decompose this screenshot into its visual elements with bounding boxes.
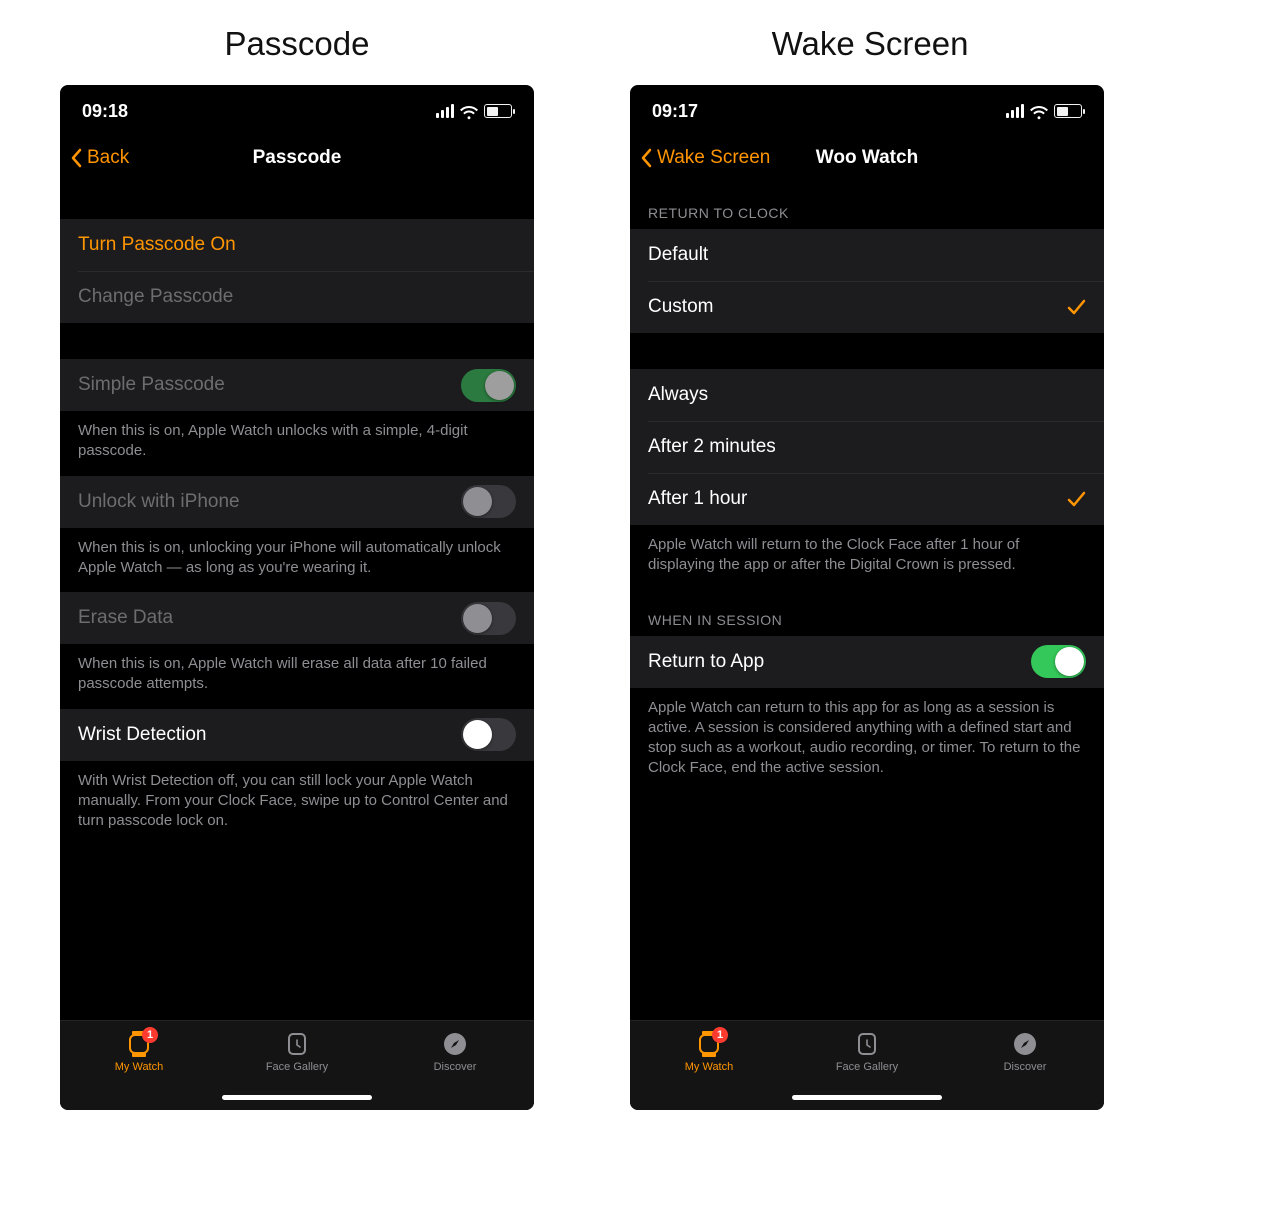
- status-time: 09:18: [82, 101, 128, 122]
- tab-label: Discover: [434, 1061, 477, 1073]
- cell-label: Simple Passcode: [78, 374, 225, 396]
- chevron-left-icon: [640, 148, 652, 168]
- caption-passcode: Passcode: [60, 25, 534, 63]
- wrist-detection-footer: With Wrist Detection off, you can still …: [60, 761, 534, 846]
- wifi-icon: [1030, 104, 1048, 118]
- option-custom[interactable]: Custom: [630, 281, 1104, 333]
- watch-icon: 1: [694, 1029, 724, 1059]
- caption-wake-screen: Wake Screen: [630, 25, 1110, 63]
- tab-my-watch[interactable]: 1 My Watch: [631, 1029, 787, 1073]
- unlock-iphone-cell[interactable]: Unlock with iPhone: [60, 476, 534, 528]
- cellular-signal-icon: [1006, 104, 1025, 118]
- cell-label: Wrist Detection: [78, 724, 206, 746]
- tab-bar: 1 My Watch Face Gallery Discover: [60, 1020, 534, 1110]
- cell-label: Unlock with iPhone: [78, 491, 240, 513]
- back-button[interactable]: Back: [70, 147, 129, 169]
- cellular-signal-icon: [436, 104, 455, 118]
- tab-label: My Watch: [115, 1061, 164, 1073]
- return-to-app-cell[interactable]: Return to App: [630, 636, 1104, 688]
- tab-my-watch[interactable]: 1 My Watch: [61, 1029, 217, 1073]
- return-to-app-toggle[interactable]: [1031, 645, 1086, 678]
- unlock-iphone-footer: When this is on, unlocking your iPhone w…: [60, 528, 534, 593]
- tab-label: Face Gallery: [836, 1061, 898, 1073]
- home-indicator[interactable]: [792, 1095, 942, 1100]
- compass-icon: [440, 1029, 470, 1059]
- tab-face-gallery[interactable]: Face Gallery: [789, 1029, 945, 1073]
- tab-label: Face Gallery: [266, 1061, 328, 1073]
- status-bar: 09:18: [60, 85, 534, 133]
- badge: 1: [712, 1027, 728, 1043]
- simple-passcode-footer: When this is on, Apple Watch unlocks wit…: [60, 411, 534, 476]
- home-indicator[interactable]: [222, 1095, 372, 1100]
- cell-label: Custom: [648, 296, 713, 318]
- when-in-session-header: WHEN IN SESSION: [630, 590, 1104, 636]
- phone-passcode: 09:18 Back Passcode Turn Passcode On: [60, 85, 534, 1110]
- cell-label: After 2 minutes: [648, 436, 776, 458]
- back-button[interactable]: Wake Screen: [640, 147, 770, 169]
- wifi-icon: [460, 104, 478, 118]
- tab-discover[interactable]: Discover: [377, 1029, 533, 1073]
- nav-bar: Back Passcode: [60, 133, 534, 183]
- change-passcode-cell[interactable]: Change Passcode: [60, 271, 534, 323]
- option-default[interactable]: Default: [630, 229, 1104, 281]
- wrist-detection-cell[interactable]: Wrist Detection: [60, 709, 534, 761]
- checkmark-icon: [1066, 489, 1086, 509]
- timing-footer: Apple Watch will return to the Clock Fac…: [630, 525, 1104, 590]
- status-time: 09:17: [652, 101, 698, 122]
- cell-label: Erase Data: [78, 607, 173, 629]
- face-gallery-icon: [852, 1029, 882, 1059]
- back-label: Back: [87, 147, 129, 169]
- checkmark-icon: [1066, 297, 1086, 317]
- cell-label: After 1 hour: [648, 488, 747, 510]
- cell-label: Return to App: [648, 651, 764, 673]
- battery-icon: [484, 104, 512, 118]
- tab-label: My Watch: [685, 1061, 734, 1073]
- badge: 1: [142, 1027, 158, 1043]
- session-footer: Apple Watch can return to this app for a…: [630, 688, 1104, 793]
- nav-title: Passcode: [60, 147, 534, 169]
- turn-passcode-on-cell[interactable]: Turn Passcode On: [60, 219, 534, 271]
- erase-data-toggle[interactable]: [461, 602, 516, 635]
- cell-label: Default: [648, 244, 708, 266]
- tab-face-gallery[interactable]: Face Gallery: [219, 1029, 375, 1073]
- cell-label: Always: [648, 384, 708, 406]
- simple-passcode-toggle[interactable]: [461, 369, 516, 402]
- watch-icon: 1: [124, 1029, 154, 1059]
- return-to-clock-header: RETURN TO CLOCK: [630, 183, 1104, 229]
- cell-label: Change Passcode: [78, 286, 233, 308]
- tab-bar: 1 My Watch Face Gallery Discover: [630, 1020, 1104, 1110]
- wrist-detection-toggle[interactable]: [461, 718, 516, 751]
- compass-icon: [1010, 1029, 1040, 1059]
- face-gallery-icon: [282, 1029, 312, 1059]
- back-label: Wake Screen: [657, 147, 770, 169]
- status-bar: 09:17: [630, 85, 1104, 133]
- cell-label: Turn Passcode On: [78, 234, 236, 256]
- phone-wake-screen: 09:17 Wake Screen Woo Watch RETURN TO CL…: [630, 85, 1104, 1110]
- chevron-left-icon: [70, 148, 82, 168]
- erase-data-cell[interactable]: Erase Data: [60, 592, 534, 644]
- simple-passcode-cell[interactable]: Simple Passcode: [60, 359, 534, 411]
- tab-label: Discover: [1004, 1061, 1047, 1073]
- option-after-1-hour[interactable]: After 1 hour: [630, 473, 1104, 525]
- tab-discover[interactable]: Discover: [947, 1029, 1103, 1073]
- nav-bar: Wake Screen Woo Watch: [630, 133, 1104, 183]
- unlock-iphone-toggle[interactable]: [461, 485, 516, 518]
- erase-data-footer: When this is on, Apple Watch will erase …: [60, 644, 534, 709]
- battery-icon: [1054, 104, 1082, 118]
- option-always[interactable]: Always: [630, 369, 1104, 421]
- option-after-2-minutes[interactable]: After 2 minutes: [630, 421, 1104, 473]
